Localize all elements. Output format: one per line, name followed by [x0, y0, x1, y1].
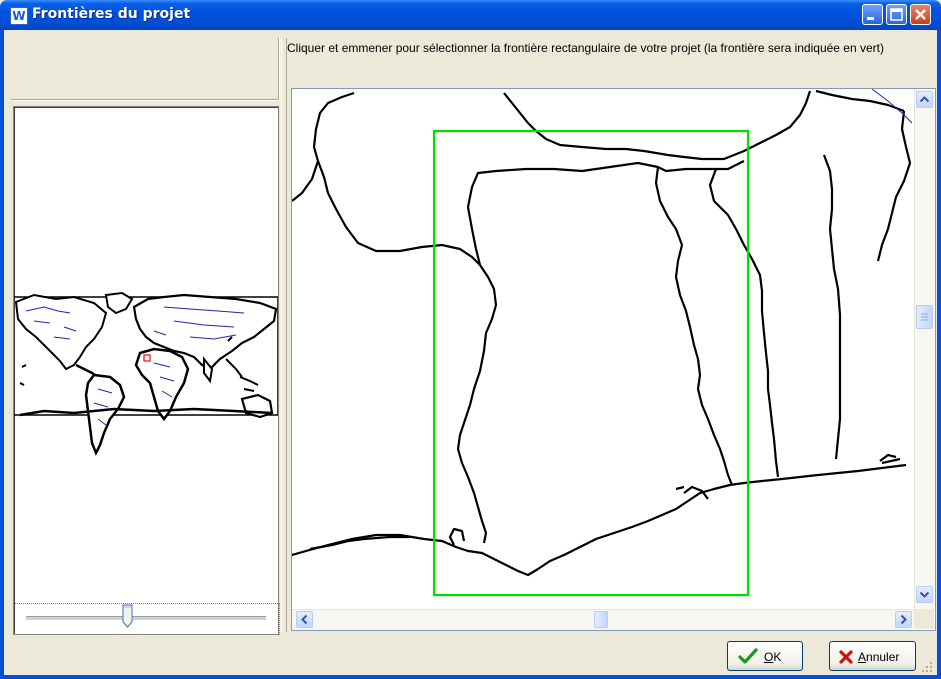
close-icon [915, 9, 926, 20]
title-bar[interactable]: W Frontières du projet [0, 0, 941, 30]
scroll-left-button[interactable] [296, 611, 313, 628]
window-title: Frontières du projet [32, 6, 191, 22]
country-boundaries-map [292, 89, 913, 597]
pane-splitter[interactable] [281, 38, 287, 632]
zoom-slider[interactable] [13, 603, 280, 635]
window-frame-left [0, 30, 4, 679]
project-boundary-dialog: W Frontières du projet Cliquer et emmene… [0, 0, 941, 679]
maximize-button[interactable] [886, 4, 907, 25]
overview-pane [11, 38, 280, 635]
ok-button-label: OK [764, 650, 782, 664]
world-overview-map[interactable] [13, 106, 279, 635]
maximize-icon [890, 8, 903, 21]
minimize-button[interactable] [862, 4, 883, 25]
window-frame-right [937, 30, 941, 679]
cancel-button-label: Annuler [858, 650, 900, 664]
window-frame-bottom [0, 675, 941, 679]
checkmark-icon [738, 648, 758, 664]
zoom-slider-track [26, 616, 266, 621]
close-button[interactable] [910, 4, 931, 25]
app-icon: W [10, 7, 28, 25]
vertical-scrollbar[interactable] [914, 89, 935, 609]
scrollbar-corner [914, 609, 934, 629]
grip-lines-icon [921, 313, 928, 321]
cancel-button[interactable]: Annuler [829, 641, 916, 671]
arrow-right-icon [900, 614, 907, 625]
resize-grip-icon[interactable] [920, 660, 934, 674]
vertical-scroll-thumb[interactable] [916, 305, 933, 329]
instruction-text: Cliquer et emmener pour sélectionner la … [287, 41, 884, 55]
arrow-up-icon [919, 96, 930, 103]
arrow-down-icon [919, 591, 930, 598]
horizontal-scroll-thumb[interactable] [594, 611, 608, 628]
scroll-up-button[interactable] [916, 91, 933, 108]
minimize-icon [867, 17, 874, 20]
ok-button[interactable]: OK [727, 641, 803, 671]
scroll-down-button[interactable] [916, 586, 933, 603]
map-view[interactable] [291, 88, 936, 631]
arrow-left-icon [301, 614, 308, 625]
zoom-slider-thumb[interactable] [122, 604, 133, 628]
red-x-icon [839, 650, 853, 664]
world-map-graphic [13, 291, 279, 457]
scroll-right-button[interactable] [895, 611, 912, 628]
horizontal-scrollbar[interactable] [292, 609, 914, 630]
overview-header-area [11, 38, 280, 101]
